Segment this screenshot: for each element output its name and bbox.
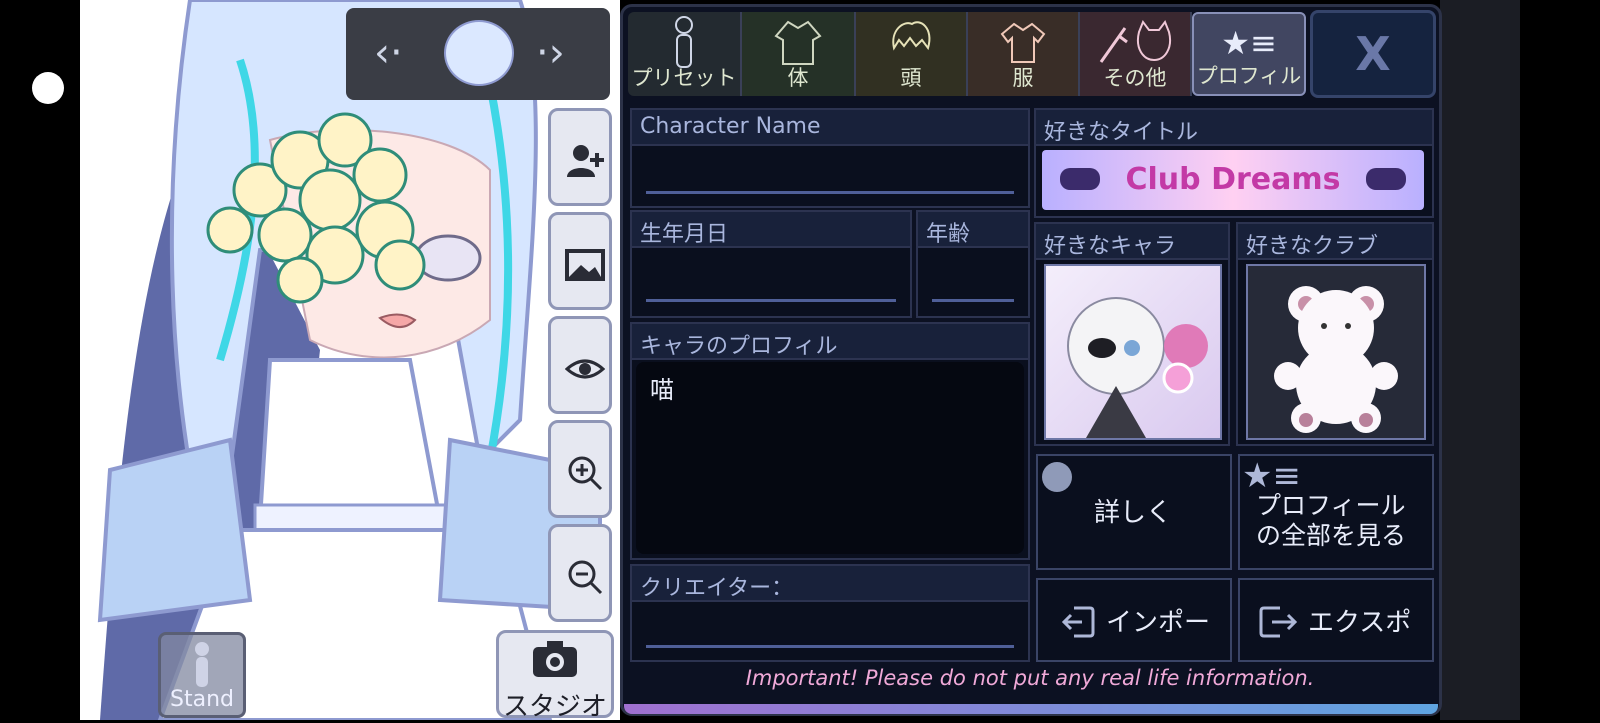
favorite-character-image[interactable] (1044, 264, 1222, 440)
favorite-title-label: 好きなタイトル (1044, 120, 1199, 145)
add-character-button[interactable] (548, 108, 612, 206)
character-selector: ‹· ·› (346, 8, 610, 100)
visibility-button[interactable] (548, 316, 612, 414)
tab-other[interactable]: その他 (1080, 12, 1192, 96)
studio-button[interactable]: スタジオ (496, 630, 614, 722)
creator-label: クリエイター： (640, 576, 794, 601)
hair-icon (892, 21, 931, 51)
privacy-notice: Important! Please do not put any real li… (745, 666, 1315, 690)
jacket-icon (774, 20, 822, 65)
camera-icon (533, 641, 577, 677)
details-label: 詳しく (1094, 498, 1173, 528)
age-box: 年齢 (916, 210, 1030, 318)
tab-label: 頭 (900, 66, 922, 90)
character-name-input[interactable] (646, 150, 1014, 194)
favorite-title-banner[interactable]: Club Dreams (1042, 150, 1424, 210)
zoom-in-button[interactable] (548, 420, 612, 518)
favorite-title-box: 好きなタイトル Club Dreams (1034, 108, 1434, 218)
birthday-input[interactable] (646, 252, 896, 302)
left-bar (0, 0, 80, 720)
birthday-box: 生年月日 (630, 210, 912, 318)
background-button[interactable] (548, 212, 612, 310)
details-button[interactable]: 詳しく (1036, 454, 1232, 570)
chevron-left-icon[interactable]: ‹· (374, 33, 403, 73)
tab-clothes[interactable]: 服 (968, 12, 1080, 96)
tab-label: プリセット (631, 66, 737, 90)
import-label: インポー (1106, 608, 1211, 638)
character-viewport[interactable] (80, 0, 620, 720)
character-head-icon[interactable] (444, 20, 514, 86)
birthday-label: 生年月日 (640, 222, 729, 247)
shirt-icon (1000, 22, 1046, 63)
profile-textarea[interactable]: 喵 (636, 362, 1024, 554)
favorite-character-box: 好きなキャラ (1034, 222, 1230, 446)
favorite-club-box: 好きなクラブ (1236, 222, 1434, 446)
mannequin-icon (195, 642, 209, 687)
character-name-label: Character Name (640, 114, 821, 139)
export-label: エクスポ (1308, 608, 1412, 638)
tab-head[interactable]: 頭 (856, 12, 968, 96)
stand-button[interactable]: Stand (158, 632, 246, 718)
sleep-mask-icon (1060, 168, 1100, 190)
stand-label: Stand (170, 687, 234, 712)
apple-icon (1042, 462, 1072, 492)
zoom-out-button[interactable] (548, 524, 612, 622)
right-edge-strip (1440, 0, 1520, 720)
tab-label: プロフィル (1196, 64, 1302, 88)
close-button[interactable]: X (1310, 10, 1436, 98)
import-button[interactable]: インポー (1036, 578, 1232, 662)
status-dot (32, 72, 64, 104)
export-icon (1259, 606, 1298, 638)
zoom-in-icon (568, 456, 603, 491)
panel-bottom-bar (624, 704, 1438, 714)
banner-text: Club Dreams (1125, 162, 1341, 197)
character-portrait-icon (1067, 297, 1208, 438)
age-input[interactable] (932, 252, 1016, 302)
teddy-bear-icon (1274, 286, 1398, 433)
favorite-club-label: 好きなクラブ (1246, 234, 1379, 259)
tab-label: 体 (787, 66, 809, 90)
add-user-icon (567, 145, 604, 177)
studio-label: スタジオ (502, 692, 607, 722)
eye-icon (565, 359, 605, 379)
creator-box: クリエイター： (630, 564, 1030, 662)
favorite-character-label: 好きなキャラ (1044, 234, 1177, 259)
star-list-icon: ★≡ (1221, 24, 1277, 62)
full-profile-button[interactable]: ★≡ プロフィール の全部を見る (1238, 454, 1434, 570)
character-illustration (97, 0, 602, 720)
tab-profile[interactable]: ★≡ プロフィル (1192, 12, 1306, 96)
favorite-club-image[interactable] (1246, 264, 1426, 440)
profile-text-box: キャラのプロフィル 喵 (630, 322, 1030, 560)
full-profile-label-2: の全部を見る (1256, 521, 1407, 550)
sleep-mask-icon (1366, 168, 1406, 190)
profile-label: キャラのプロフィル (640, 334, 838, 359)
sword-cat-icon (1099, 19, 1171, 63)
import-icon (1061, 606, 1095, 638)
mannequin-icon (675, 16, 693, 68)
age-label: 年齢 (926, 222, 971, 247)
tab-label: その他 (1103, 66, 1167, 90)
export-button[interactable]: エクスポ (1238, 578, 1434, 662)
tab-preset[interactable]: プリセット (628, 12, 742, 96)
zoom-out-icon (568, 560, 603, 595)
creator-input[interactable] (646, 606, 1014, 646)
tab-label: 服 (1012, 66, 1034, 90)
tab-body[interactable]: 体 (742, 12, 856, 96)
chevron-right-icon[interactable]: ·› (536, 33, 565, 73)
character-name-box: Character Name (630, 108, 1030, 208)
image-icon (565, 249, 605, 281)
